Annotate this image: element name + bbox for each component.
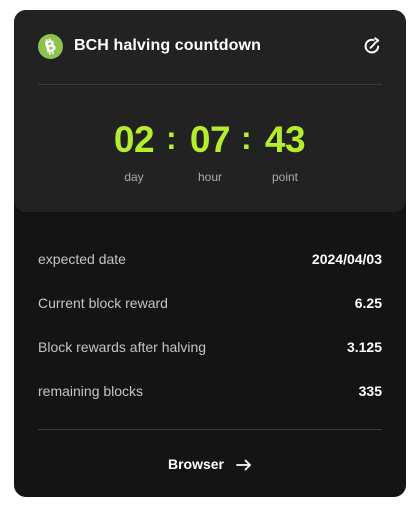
point-value: 43 xyxy=(264,119,306,160)
countdown-timer: 02 day : 07 hour : 43 point xyxy=(14,120,406,190)
countdown-hour: 07 hour xyxy=(180,119,240,185)
detail-row-remaining-blocks: remaining blocks 335 xyxy=(38,381,382,401)
browser-label: Browser xyxy=(167,456,225,472)
card-header: B BCH halving countdown xyxy=(38,33,382,59)
halving-countdown-card: B BCH halving countdown 02 day: 07 hour… xyxy=(14,10,406,497)
detail-label: remaining blocks xyxy=(38,383,144,399)
detail-label: Block rewards after halving xyxy=(38,339,207,355)
arrow-right-icon xyxy=(236,458,252,471)
detail-label: expected date xyxy=(38,251,126,267)
detail-row-expected-date: expected date 2024/04/03 xyxy=(38,249,382,269)
countdown-day: 02 day xyxy=(104,119,164,185)
countdown-separator: : xyxy=(166,120,177,156)
browser-link[interactable]: Browser xyxy=(14,452,406,476)
point-label: point xyxy=(271,170,299,184)
detail-value: 3.125 xyxy=(346,339,382,355)
detail-value: 2024/04/03 xyxy=(311,251,382,267)
day-value: 02 xyxy=(113,119,155,160)
day-label: day xyxy=(124,170,144,184)
detail-row-current-reward: Current block reward 6.25 xyxy=(38,293,382,313)
countdown-point: 43 point xyxy=(255,119,315,185)
detail-value: 335 xyxy=(358,383,382,399)
hour-value: 07 xyxy=(189,119,231,160)
refresh-icon[interactable] xyxy=(362,36,382,56)
header-divider xyxy=(38,84,382,85)
bitcoin-cash-icon: B xyxy=(38,33,63,59)
card-title: BCH halving countdown xyxy=(74,37,261,54)
detail-value: 6.25 xyxy=(354,295,382,311)
countdown-separator: : xyxy=(241,120,252,156)
footer-divider xyxy=(38,429,382,430)
countdown-panel: B BCH halving countdown 02 day: 07 hour… xyxy=(14,10,406,212)
detail-row-reward-after-halving: Block rewards after halving 3.125 xyxy=(38,337,382,357)
detail-label: Current block reward xyxy=(38,295,168,311)
hour-label: hour xyxy=(197,170,223,184)
